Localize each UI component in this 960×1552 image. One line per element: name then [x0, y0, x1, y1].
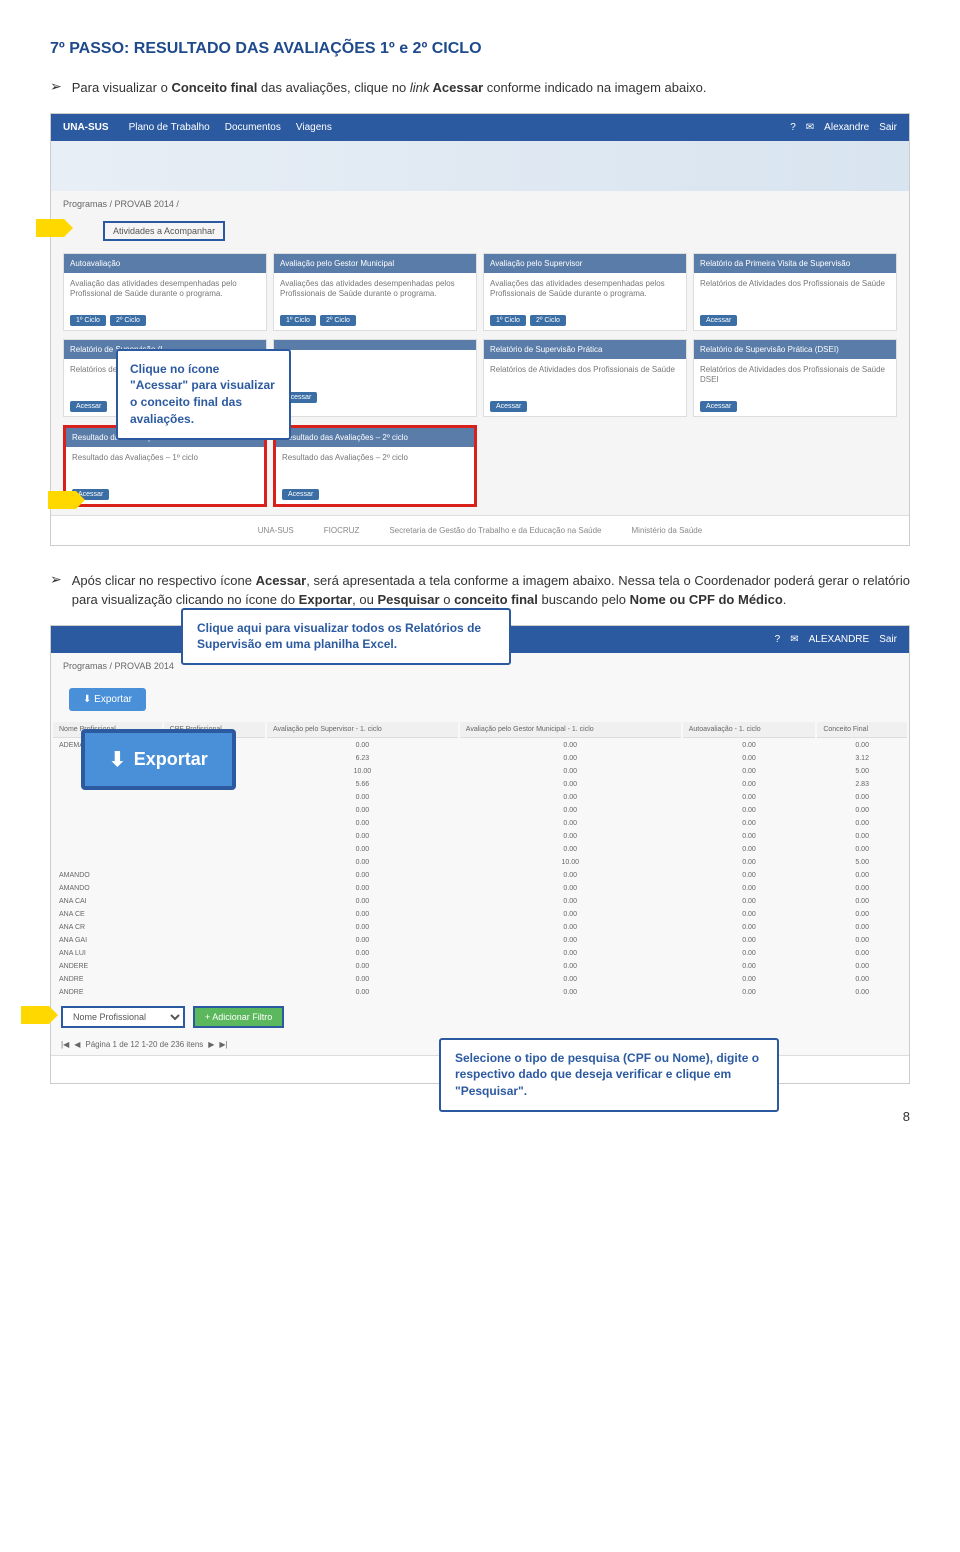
- card-title: Relatório de Supervisão Prática (DSEI): [694, 340, 896, 359]
- app-logo: UNA-SUS: [63, 122, 109, 133]
- table-header: Avaliação pelo Supervisor - 1. ciclo: [267, 722, 458, 738]
- nav-item[interactable]: Documentos: [225, 122, 281, 133]
- card-body: Resultado das Avaliações – 1º ciclo: [66, 447, 264, 485]
- card-body: Relatórios de Atividades dos Profissiona…: [694, 359, 896, 397]
- icon-help[interactable]: ?: [775, 634, 781, 645]
- table-row: 0.000.000.000.00: [53, 844, 907, 855]
- bullet-2-text: Após clicar no respectivo ícone Acessar,…: [72, 571, 910, 610]
- screenshot-2: Clique aqui para visualizar todos os Rel…: [50, 625, 910, 1084]
- banner-image: [51, 141, 909, 191]
- card-access-button[interactable]: 1º Ciclo: [280, 315, 316, 326]
- activity-card: Relatório de Supervisão Prática (DSEI) R…: [693, 339, 897, 417]
- table-row: ANA CE0.000.000.000.00: [53, 909, 907, 920]
- table-header: Avaliação pelo Gestor Municipal - 1. cic…: [460, 722, 681, 738]
- filter-select[interactable]: Nome ProfissionalCPF Profissional: [61, 1006, 185, 1028]
- sair-link[interactable]: Sair: [879, 634, 897, 645]
- export-button-big[interactable]: ⬇Exportar: [81, 729, 236, 790]
- bullet-arrow-icon: ➢: [50, 78, 62, 98]
- card-body: [274, 350, 476, 388]
- card-access-button[interactable]: Acessar: [700, 315, 737, 326]
- table-header: Autoavaliação - 1. ciclo: [683, 722, 816, 738]
- yellow-arrow-icon: [48, 491, 76, 509]
- breadcrumb: Programas / PROVAB 2014 /: [51, 191, 909, 217]
- icon-mail[interactable]: ✉: [806, 122, 814, 133]
- add-filter-button[interactable]: + Adicionar Filtro: [193, 1006, 284, 1028]
- nav-item[interactable]: Viagens: [296, 122, 332, 133]
- callout-exportar: Clique aqui para visualizar todos os Rel…: [181, 608, 511, 666]
- activity-card: Autoavaliação Avaliação das atividades d…: [63, 253, 267, 331]
- icon-mail[interactable]: ✉: [790, 634, 798, 645]
- bullet-1-text: Para visualizar o Conceito final das ava…: [72, 78, 910, 98]
- card-access-button[interactable]: 1º Ciclo: [490, 315, 526, 326]
- card-title: Relatório de Supervisão Prática: [484, 340, 686, 359]
- download-icon: ⬇: [109, 747, 126, 772]
- app-header: UNA-SUS Plano de Trabalho Documentos Via…: [51, 114, 909, 141]
- table-row: ANA CR0.000.000.000.00: [53, 922, 907, 933]
- footer-logo: Ministério da Saúde: [632, 526, 703, 535]
- yellow-arrow-icon: [36, 219, 64, 237]
- activity-card: Relatório de Supervisão Prática Relatóri…: [483, 339, 687, 417]
- footer-logo: UNA-SUS: [258, 526, 294, 535]
- card-body: Relatórios de Atividades dos Profissiona…: [694, 273, 896, 311]
- table-row: 0.000.000.000.00: [53, 831, 907, 842]
- user-name[interactable]: Alexandre: [824, 122, 869, 133]
- activity-card: Avaliação pelo Supervisor Avaliações das…: [483, 253, 687, 331]
- callout-acessar: Clique no ícone "Acessar" para visualiza…: [116, 349, 291, 440]
- table-row: ANA LUI0.000.000.000.00: [53, 948, 907, 959]
- activity-card: Resultado das Avaliações – 2º ciclo Resu…: [273, 425, 477, 507]
- activity-card: Acessar: [273, 339, 477, 417]
- sair-link[interactable]: Sair: [879, 122, 897, 133]
- card-access-button[interactable]: 2º Ciclo: [530, 315, 566, 326]
- card-title: Resultado das Avaliações – 2º ciclo: [276, 428, 474, 447]
- table-row: 0.000.000.000.00: [53, 805, 907, 816]
- footer-logos-2: Secretaria de Selecione o tipo de pesqui…: [51, 1055, 909, 1083]
- card-access-button[interactable]: Acessar: [282, 489, 319, 500]
- table-row: 0.000.000.000.00: [53, 818, 907, 829]
- bullet-1: ➢ Para visualizar o Conceito final das a…: [50, 78, 910, 98]
- card-access-button[interactable]: 1º Ciclo: [70, 315, 106, 326]
- yellow-arrow-icon: [21, 1006, 49, 1024]
- table-row: ANDRE0.000.000.000.00: [53, 987, 907, 998]
- card-access-button[interactable]: Acessar: [490, 401, 527, 412]
- card-access-button[interactable]: Acessar: [700, 401, 737, 412]
- card-access-button[interactable]: Acessar: [70, 401, 107, 412]
- bullet-arrow-icon: ➢: [50, 571, 62, 610]
- table-header: Conceito Final: [817, 722, 907, 738]
- activity-card: Relatório da Primeira Visita de Supervis…: [693, 253, 897, 331]
- filter-row: Nome ProfissionalCPF Profissional + Adic…: [51, 1000, 909, 1034]
- table-row: ANA CAI0.000.000.000.00: [53, 896, 907, 907]
- footer-logo: FIOCRUZ: [324, 526, 360, 535]
- card-body: Avaliações das atividades desempenhadas …: [274, 273, 476, 311]
- table-row: 0.0010.000.005.00: [53, 857, 907, 868]
- table-row: AMANDO0.000.000.000.00: [53, 883, 907, 894]
- card-body: Relatórios de Atividades dos Profissiona…: [484, 359, 686, 397]
- screenshot-1: UNA-SUS Plano de Trabalho Documentos Via…: [50, 113, 910, 546]
- nav-item[interactable]: Plano de Trabalho: [129, 122, 210, 133]
- card-access-button[interactable]: 2º Ciclo: [320, 315, 356, 326]
- card-title: Avaliação pelo Supervisor: [484, 254, 686, 273]
- card-title: [274, 340, 476, 350]
- icon-help[interactable]: ?: [790, 122, 796, 133]
- page-heading: 7º PASSO: RESULTADO DAS AVALIAÇÕES 1º e …: [50, 40, 910, 58]
- card-access-button[interactable]: 2º Ciclo: [110, 315, 146, 326]
- footer-logos: UNA-SUS FIOCRUZ Secretaria de Gestão do …: [51, 515, 909, 545]
- card-body: Avaliação das atividades desempenhadas p…: [64, 273, 266, 311]
- card-title: Avaliação pelo Gestor Municipal: [274, 254, 476, 273]
- user-name[interactable]: ALEXANDRE: [809, 634, 870, 645]
- table-row: AMANDO0.000.000.000.00: [53, 870, 907, 881]
- export-button-small[interactable]: ⬇ Exportar: [69, 688, 146, 711]
- card-title: Autoavaliação: [64, 254, 266, 273]
- footer-logo: Secretaria de Gestão do Trabalho e da Ed…: [389, 526, 601, 535]
- activity-card: Avaliação pelo Gestor Municipal Avaliaçõ…: [273, 253, 477, 331]
- page-number: 8: [903, 1109, 910, 1124]
- table-row: ANDRE0.000.000.000.00: [53, 974, 907, 985]
- card-body: Resultado das Avaliações – 2º ciclo: [276, 447, 474, 485]
- table-row: ANA GAI0.000.000.000.00: [53, 935, 907, 946]
- table-row: ANDERE0.000.000.000.00: [53, 961, 907, 972]
- callout-pesquisa: Selecione o tipo de pesquisa (CPF ou Nom…: [439, 1038, 779, 1112]
- tab-atividades[interactable]: Atividades a Acompanhar: [103, 221, 225, 241]
- card-title: Relatório da Primeira Visita de Supervis…: [694, 254, 896, 273]
- bullet-2: ➢ Após clicar no respectivo ícone Acessa…: [50, 571, 910, 610]
- card-body: Avaliações das atividades desempenhadas …: [484, 273, 686, 311]
